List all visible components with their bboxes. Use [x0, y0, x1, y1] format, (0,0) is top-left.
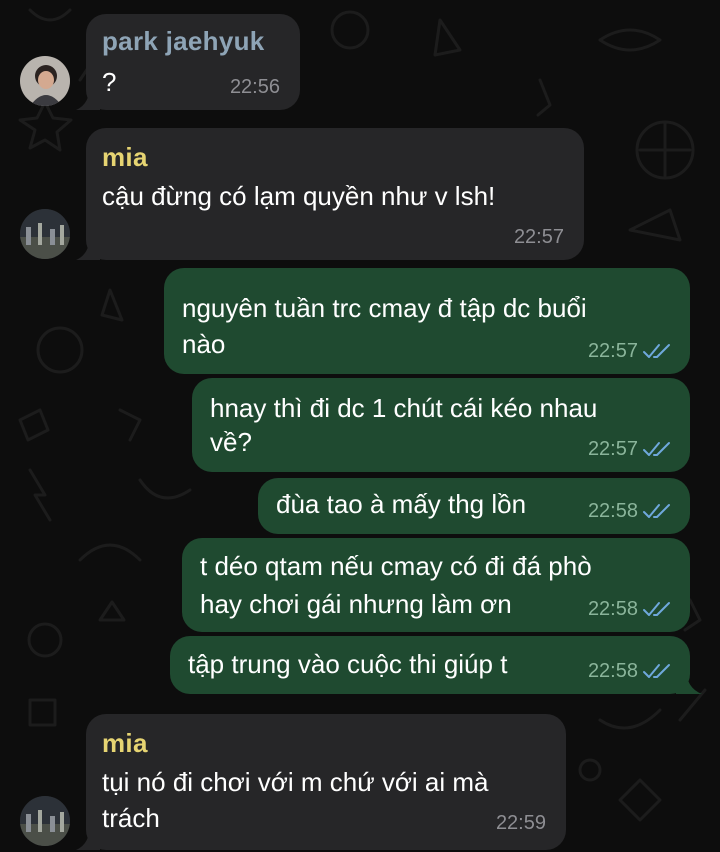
message-time: 22:58 — [587, 500, 638, 522]
message-time: 22:57 — [587, 438, 638, 460]
message-text: cậu đừng có lạm quyền như v lsh! — [102, 181, 496, 211]
avatar[interactable] — [20, 209, 70, 259]
read-double-check-icon — [643, 344, 670, 358]
avatar-photo — [20, 796, 70, 846]
message-bubble-incoming[interactable]: park jaehyuk ? 22:56 — [86, 14, 300, 110]
message-text: đùa tao à mấy thg lồn — [276, 489, 527, 519]
bubble-tail — [76, 234, 100, 260]
message-text-line: về? — [210, 427, 252, 457]
avatar[interactable] — [20, 796, 70, 846]
bubble-tail — [76, 84, 100, 110]
message-time: 22:58 — [587, 660, 638, 682]
bubble-tail — [76, 824, 100, 850]
read-double-check-icon — [643, 602, 670, 616]
message-bubble-outgoing[interactable]: t déo qtam nếu cmay có đi đá phò hay chơ… — [182, 538, 690, 632]
sender-name: mia — [102, 728, 148, 758]
message-text-line: nào — [182, 329, 226, 359]
message-text-line: tụi nó đi chơi với m chứ với ai mà — [102, 767, 489, 797]
message-text-line: t déo qtam nếu cmay có đi đá phò — [200, 551, 592, 581]
message-time: 22:56 — [229, 76, 280, 98]
sender-name: mia — [102, 142, 148, 172]
message-bubble-outgoing[interactable]: tập trung vào cuộc thi giúp t 22:58 — [170, 636, 690, 694]
message-text: tập trung vào cuộc thi giúp t — [188, 649, 508, 679]
avatar-photo — [20, 209, 70, 259]
message-time: 22:57 — [513, 226, 564, 248]
message-text-line: hay chơi gái nhưng làm ơn — [200, 589, 512, 619]
message-time: 22:57 — [587, 340, 638, 362]
bubble-tail — [676, 668, 702, 694]
message-bubble-outgoing[interactable]: đùa tao à mấy thg lồn 22:58 — [258, 478, 690, 534]
message-bubble-outgoing[interactable]: nguyên tuần trc cmay đ tập dc buổi nào 2… — [164, 268, 690, 374]
message-text: ? — [102, 67, 117, 97]
message-bubble-outgoing[interactable]: hnay thì đi dc 1 chút cái kéo nhau về? 2… — [192, 378, 690, 472]
message-bubble-incoming[interactable]: mia tụi nó đi chơi với m chứ với ai mà t… — [86, 714, 566, 850]
message-time: 22:58 — [587, 598, 638, 620]
message-text-line: hnay thì đi dc 1 chút cái kéo nhau — [210, 393, 598, 423]
read-double-check-icon — [643, 664, 670, 678]
avatar-photo — [20, 56, 70, 106]
sender-name: park jaehyuk — [102, 26, 265, 56]
message-time: 22:59 — [495, 812, 546, 834]
avatar[interactable] — [20, 56, 70, 106]
read-double-check-icon — [643, 442, 670, 456]
message-text-line: trách — [102, 803, 160, 833]
message-bubble-incoming[interactable]: mia cậu đừng có lạm quyền như v lsh! 22:… — [86, 128, 584, 260]
message-text-line: nguyên tuần trc cmay đ tập dc buổi — [182, 293, 587, 323]
read-double-check-icon — [643, 504, 670, 518]
